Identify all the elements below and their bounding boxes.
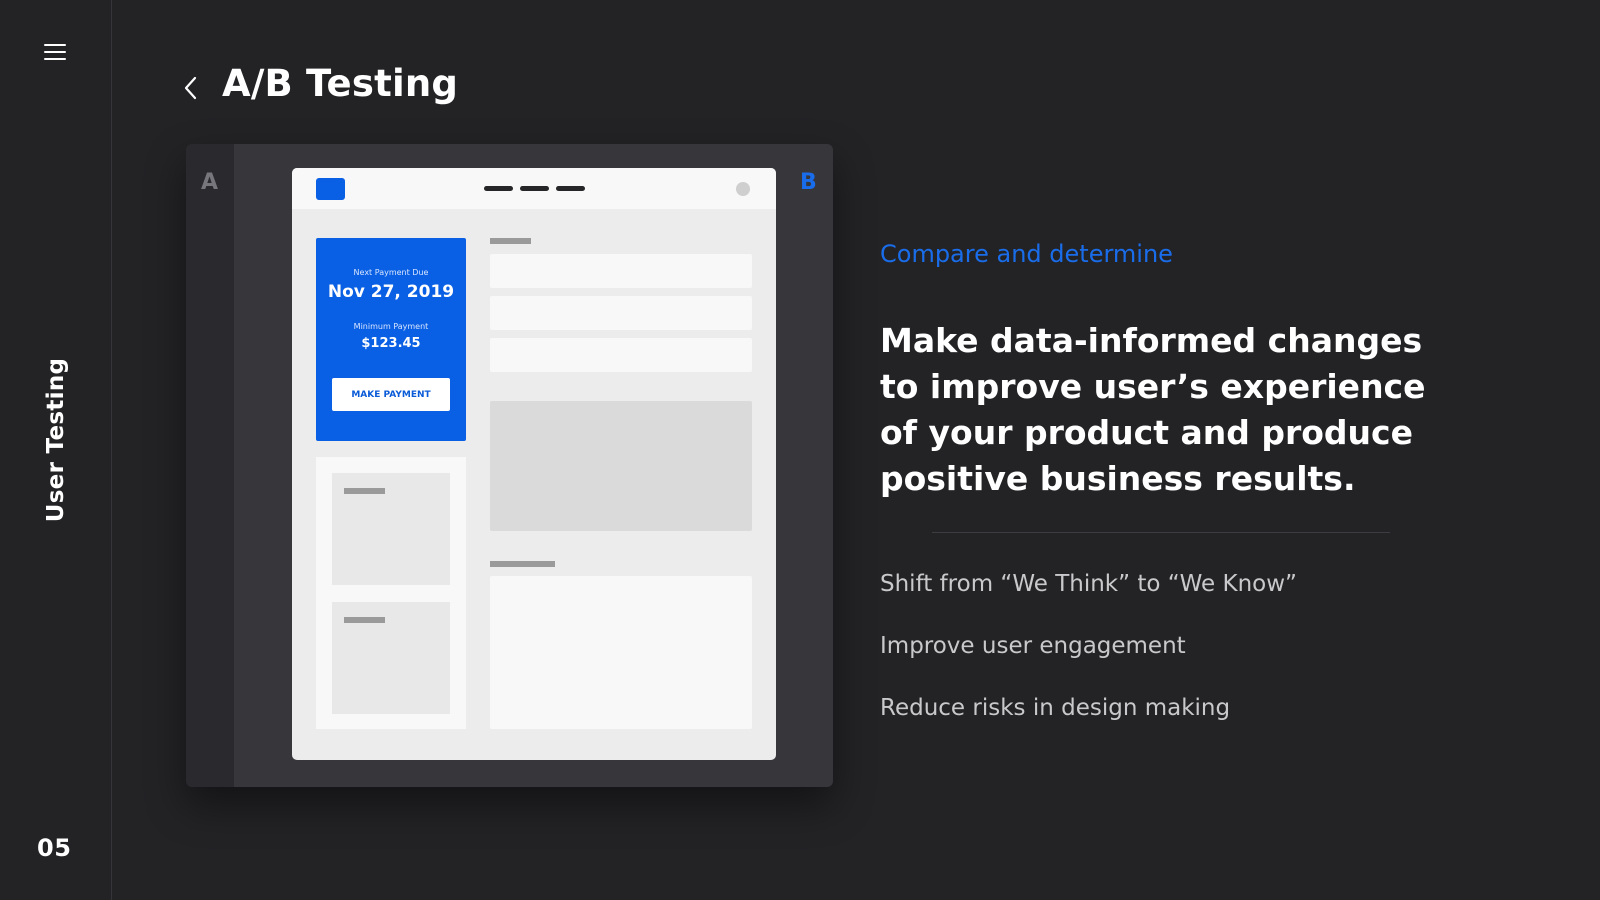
variant-a-label: A <box>201 170 219 195</box>
next-payment-label: Next Payment Due <box>353 268 429 277</box>
placeholder-field <box>490 296 752 330</box>
chevron-left-icon[interactable] <box>180 72 204 104</box>
next-payment-date: Nov 27, 2019 <box>327 282 455 302</box>
ab-comparison-card: A B Next Payment Due Nov 27, 2019 Minimu… <box>186 144 833 787</box>
section-label: User Testing <box>43 357 69 523</box>
minimum-payment-label: Minimum Payment <box>353 322 429 331</box>
placeholder-heading <box>490 238 531 244</box>
headline: Make data-informed changes to improve us… <box>880 321 1426 498</box>
placeholder-bar <box>344 488 385 494</box>
divider <box>932 532 1390 533</box>
mockup-window: Next Payment Due Nov 27, 2019 Minimum Pa… <box>292 168 776 760</box>
benefit-item: Reduce risks in design making <box>880 695 1231 721</box>
mockup-nav-item <box>556 186 585 191</box>
variant-b-label: B <box>800 170 817 195</box>
page-number: 05 <box>37 834 72 862</box>
minimum-payment-amount: $123.45 <box>361 336 421 351</box>
mockup-nav-item <box>520 186 549 191</box>
benefit-item: Improve user engagement <box>880 633 1186 659</box>
placeholder-tile <box>332 473 450 585</box>
hamburger-menu-icon[interactable] <box>44 44 66 62</box>
placeholder-field <box>490 254 752 288</box>
left-rail: User Testing 05 <box>0 0 112 900</box>
placeholder-image <box>490 401 752 531</box>
page-title: A/B Testing <box>222 62 459 105</box>
placeholder-heading <box>490 561 555 567</box>
placeholder-panel <box>490 576 752 729</box>
placeholder-bar <box>344 617 385 623</box>
benefit-item: Shift from “We Think” to “We Know” <box>880 571 1297 597</box>
side-panel <box>316 457 466 729</box>
eyebrow-text: Compare and determine <box>880 240 1173 268</box>
payment-card: Next Payment Due Nov 27, 2019 Minimum Pa… <box>316 238 466 441</box>
placeholder-field <box>490 338 752 372</box>
mockup-logo <box>316 178 345 200</box>
avatar <box>736 182 750 196</box>
mockup-topbar <box>292 168 776 209</box>
mockup-nav-item <box>484 186 513 191</box>
placeholder-tile <box>332 602 450 714</box>
make-payment-button[interactable]: MAKE PAYMENT <box>332 378 450 411</box>
